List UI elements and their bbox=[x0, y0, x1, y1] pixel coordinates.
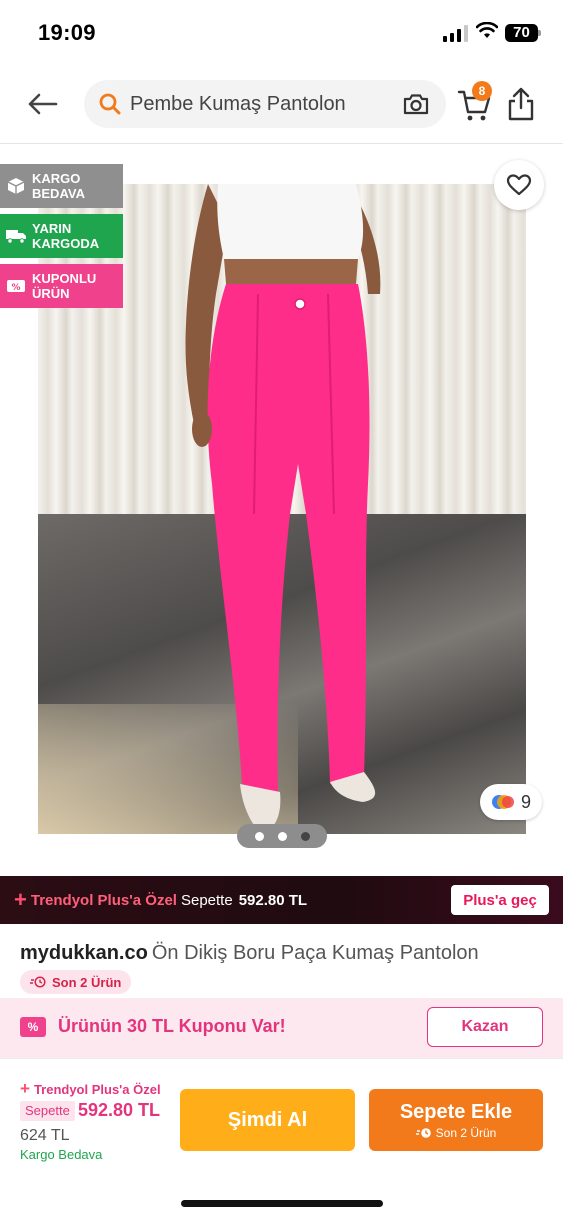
badge-kargo-line1: KARGO bbox=[32, 171, 81, 186]
wifi-icon bbox=[476, 22, 498, 38]
camera-icon[interactable] bbox=[402, 92, 430, 116]
badge-yarin-line1: YARIN bbox=[32, 221, 72, 236]
search-input[interactable]: Pembe Kumaş Pantolon bbox=[84, 80, 446, 128]
purchase-bar: + Trendyol Plus'a Özel Sepette 592.80 TL… bbox=[0, 1058, 563, 1218]
search-icon bbox=[99, 93, 121, 115]
clock-icon bbox=[30, 976, 46, 988]
badge-kupon-line2: ÜRÜN bbox=[32, 286, 70, 301]
box-icon bbox=[7, 178, 25, 194]
plus-mark: + bbox=[14, 887, 27, 912]
plus-mark-small: + bbox=[20, 1079, 30, 1098]
product-name: Ön Dikiş Boru Paça Kumaş Pantolon bbox=[151, 942, 479, 964]
color-palette-icon bbox=[491, 795, 514, 809]
home-indicator[interactable] bbox=[181, 1200, 383, 1207]
page-dot[interactable] bbox=[254, 831, 264, 841]
cart-count-badge: 8 bbox=[472, 81, 492, 101]
color-count: 9 bbox=[520, 791, 531, 812]
favorite-button[interactable] bbox=[494, 160, 544, 210]
status-time: 19:09 bbox=[38, 20, 96, 45]
bottom-plus-text: Trendyol Plus'a Özel bbox=[33, 1081, 161, 1097]
page-dot-active[interactable] bbox=[300, 831, 310, 841]
add-to-cart-label: Sepete Ekle bbox=[399, 1100, 513, 1123]
original-price: 624 TL bbox=[20, 1127, 70, 1144]
coupon-bar: % Ürünün 30 TL Kuponu Var! Kazan bbox=[0, 998, 563, 1058]
bottom-sepette-tag: Sepette bbox=[20, 1101, 75, 1121]
plus-banner: + Trendyol Plus'a Özel Sepette 592.80 TL… bbox=[0, 876, 563, 924]
svg-text:%: % bbox=[11, 283, 20, 293]
plus-sepette: Sepette bbox=[180, 891, 233, 909]
free-shipping-text: Kargo Bedava bbox=[20, 1147, 103, 1162]
truck-icon bbox=[6, 230, 26, 244]
clock-icon bbox=[415, 1127, 431, 1138]
signal-icon bbox=[443, 24, 468, 42]
search-query: Pembe Kumaş Pantolon bbox=[130, 93, 346, 115]
search-header: Pembe Kumaş Pantolon 8 bbox=[0, 66, 563, 144]
battery-tip bbox=[538, 30, 541, 36]
plus-price: 592.80 TL bbox=[238, 891, 308, 909]
bottom-price: 592.80 TL bbox=[78, 1100, 161, 1120]
badge-free-shipping: KARGO BEDAVA bbox=[0, 164, 123, 208]
page-dot[interactable] bbox=[277, 831, 287, 841]
add-to-cart-stock: Son 2 Ürün bbox=[435, 1125, 497, 1140]
badge-yarin-line2: KARGODA bbox=[32, 236, 100, 251]
model-figure bbox=[185, 184, 381, 834]
product-title: mydukkan.co Ön Dikiş Boru Paça Kumaş Pant… bbox=[20, 942, 479, 965]
gallery-pagination[interactable] bbox=[237, 824, 327, 848]
coupon-icon: % bbox=[7, 280, 25, 293]
back-button[interactable] bbox=[22, 86, 62, 122]
coupon-ticket-icon: % bbox=[20, 1017, 46, 1037]
back-arrow-icon bbox=[28, 93, 58, 115]
plus-title: Trendyol Plus'a Özel bbox=[30, 891, 177, 909]
badge-kargo-line2: BEDAVA bbox=[32, 186, 85, 201]
add-to-cart-sub: Son 2 Ürün bbox=[415, 1125, 497, 1140]
color-options-button[interactable]: 9 bbox=[480, 784, 542, 820]
add-to-cart-button[interactable]: Sepete Ekle Son 2 Ürün bbox=[369, 1089, 543, 1151]
heart-icon bbox=[506, 174, 532, 196]
battery-icon: 70 bbox=[505, 24, 538, 42]
coupon-text: Ürünün 30 TL Kuponu Var! bbox=[58, 1016, 286, 1036]
stock-text: Son 2 Ürün bbox=[52, 974, 122, 990]
product-gallery[interactable]: KARGO BEDAVA YARIN KARGODA % KUPONLU ÜRÜN 9 bbox=[0, 144, 563, 860]
bottom-plus-label: + Trendyol Plus'a Özel bbox=[20, 1079, 161, 1099]
stock-badge: Son 2 Ürün bbox=[20, 970, 132, 994]
brand-name[interactable]: mydukkan.co bbox=[20, 942, 148, 964]
coupon-claim-button[interactable]: Kazan bbox=[427, 1007, 543, 1047]
buy-now-button[interactable]: Şimdi Al bbox=[180, 1089, 355, 1151]
share-icon[interactable] bbox=[506, 86, 536, 122]
badge-coupon: % KUPONLU ÜRÜN bbox=[0, 264, 123, 308]
badge-kupon-line1: KUPONLU bbox=[32, 271, 97, 286]
badge-next-day: YARIN KARGODA bbox=[0, 214, 123, 258]
status-bar: 19:09 70 bbox=[0, 0, 563, 66]
plus-join-button[interactable]: Plus'a geç bbox=[451, 885, 549, 915]
